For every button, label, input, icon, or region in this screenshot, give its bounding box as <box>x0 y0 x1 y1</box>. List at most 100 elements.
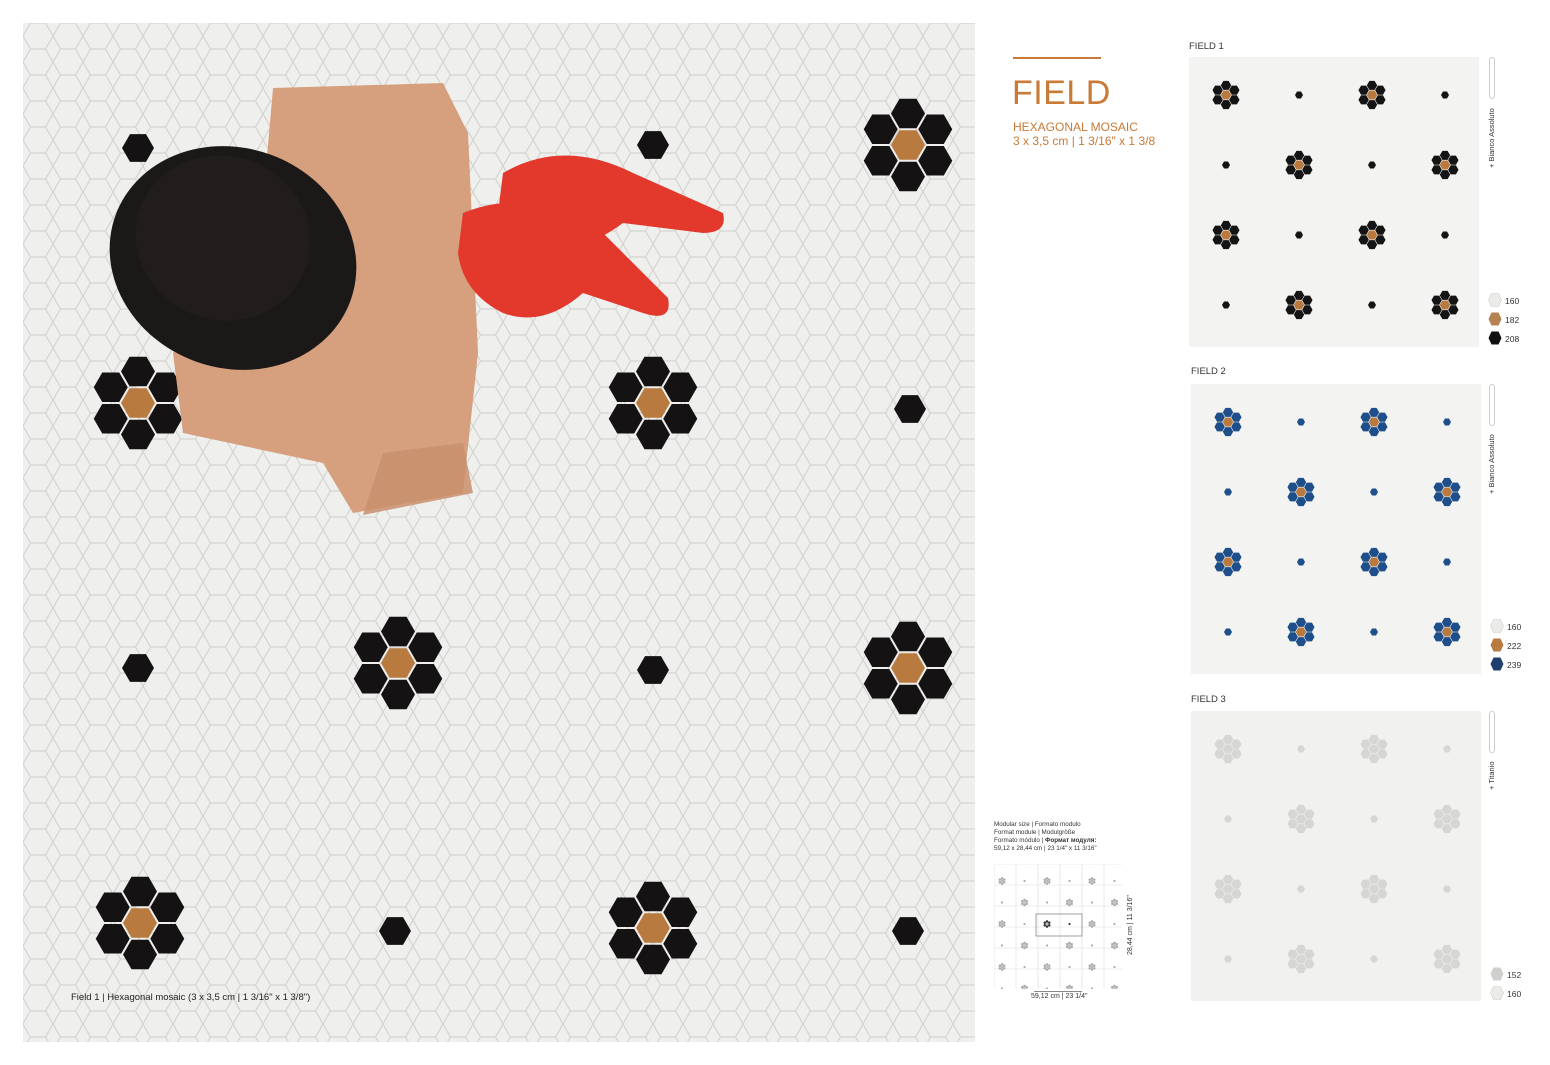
flower-center <box>1068 987 1071 989</box>
flower-petal <box>1113 946 1116 950</box>
flower-petal <box>1065 902 1069 906</box>
swatch-icon <box>1490 619 1504 633</box>
swatch-code: 160 <box>1505 296 1520 306</box>
flower-petal <box>1023 984 1026 988</box>
flower-center <box>1000 965 1004 969</box>
flower-petal <box>998 924 1002 927</box>
flower-petal <box>1002 878 1006 881</box>
flower-motif <box>1110 898 1119 907</box>
flower-petal <box>1045 920 1049 923</box>
swatch-icon <box>1490 967 1504 981</box>
flower-petal <box>1000 925 1004 928</box>
page-title: FIELD <box>1012 74 1111 112</box>
flower-petal <box>1047 924 1051 927</box>
flower-center <box>1113 987 1116 989</box>
flower-petal <box>1002 881 1006 884</box>
flower-center <box>1090 965 1094 969</box>
flower-petal <box>1047 921 1051 924</box>
flower-petal <box>1070 902 1074 906</box>
single-hex-dot <box>1068 922 1071 926</box>
flower-petal <box>1043 881 1047 884</box>
module-width-label: 59,12 cm | 23 1/4" <box>1031 993 1088 1000</box>
flower-petal <box>1025 942 1029 946</box>
single-hex-dot <box>1000 901 1004 904</box>
flower-center <box>1023 901 1026 904</box>
flower-petal <box>1065 945 1069 949</box>
flower-petal <box>1088 881 1092 884</box>
field-1-sidebar <box>1489 57 1495 99</box>
flower-center <box>1045 879 1049 883</box>
page-subtitle: HEXAGONAL MOSAIC 3 x 3,5 cm | 1 3/16" x … <box>1013 120 1156 148</box>
flower-petal <box>1090 882 1094 885</box>
field-2-label: FIELD 2 <box>1191 366 1226 377</box>
flower-petal <box>1115 985 1119 989</box>
flower-petal <box>1068 898 1071 902</box>
single-hex-dot <box>1113 965 1116 969</box>
flower-petal <box>1092 964 1096 967</box>
flower-petal <box>1043 921 1047 924</box>
flower-petal <box>1045 925 1049 928</box>
flower-petal <box>1020 945 1024 949</box>
flower-petal <box>1065 985 1069 989</box>
swatch-icon <box>1490 986 1504 1000</box>
flower-motif <box>1043 963 1051 971</box>
swatch-icon <box>1488 312 1502 326</box>
flower-motif <box>1020 984 1029 989</box>
flower-petal <box>1025 985 1029 989</box>
flower-petal <box>1047 878 1051 881</box>
flower-petal <box>1043 964 1047 967</box>
flower-center <box>1090 922 1094 926</box>
flower-petal <box>1110 902 1114 906</box>
flower-petal <box>1068 946 1071 950</box>
flower-petal <box>1023 898 1026 902</box>
flower-petal <box>1090 877 1094 880</box>
flower-petal <box>1000 920 1004 923</box>
flower-petal <box>1045 882 1049 885</box>
swatch-code: 182 <box>1505 315 1520 325</box>
flower-petal <box>1000 877 1004 880</box>
flower-center <box>1068 901 1071 904</box>
swatch-icon <box>1490 638 1504 652</box>
flower-petal <box>1115 945 1119 949</box>
flower-motif <box>1088 877 1096 885</box>
flower-petal <box>1002 924 1006 927</box>
module-width-bar <box>1034 991 1082 992</box>
flower-center <box>1000 879 1004 883</box>
flower-petal <box>1002 964 1006 967</box>
flower-petal <box>1002 921 1006 924</box>
flower-petal <box>1092 924 1096 927</box>
title-rule <box>1013 57 1101 59</box>
flower-center <box>1000 922 1004 926</box>
flower-petal <box>1020 985 1024 989</box>
module-height-label: 28,44 cm | 11 3/16" <box>1127 895 1134 955</box>
swatch-code: 160 <box>1507 622 1522 632</box>
swatch-code: 239 <box>1507 660 1522 670</box>
flower-petal <box>1023 946 1026 950</box>
flower-petal <box>998 921 1002 924</box>
flower-petal <box>1092 921 1096 924</box>
flower-petal <box>1070 942 1074 946</box>
single-hex-dot <box>1000 944 1004 947</box>
flower-petal <box>998 878 1002 881</box>
flower-motif <box>1043 920 1051 928</box>
flower-motif <box>1110 984 1119 989</box>
field-3-label: FIELD 3 <box>1191 694 1226 705</box>
flower-motif <box>1043 877 1051 885</box>
flower-petal <box>1043 924 1047 927</box>
flower-petal <box>1070 945 1074 949</box>
flower-center <box>1113 901 1116 904</box>
flower-petal <box>1088 921 1092 924</box>
flower-petal <box>1020 899 1024 903</box>
flower-petal <box>1090 925 1094 928</box>
single-hex-dot <box>1090 987 1094 989</box>
flower-petal <box>1045 877 1049 880</box>
flower-motif <box>1065 898 1074 907</box>
module-diagram <box>994 864 1122 989</box>
flower-petal <box>1065 942 1069 946</box>
field-1-side-label: + Bianco Assoluto <box>1487 108 1496 168</box>
flower-petal <box>1092 881 1096 884</box>
flower-petal <box>1115 902 1119 906</box>
flower-petal <box>1113 898 1116 902</box>
flower-petal <box>1000 882 1004 885</box>
single-hex-dot <box>1113 922 1116 926</box>
